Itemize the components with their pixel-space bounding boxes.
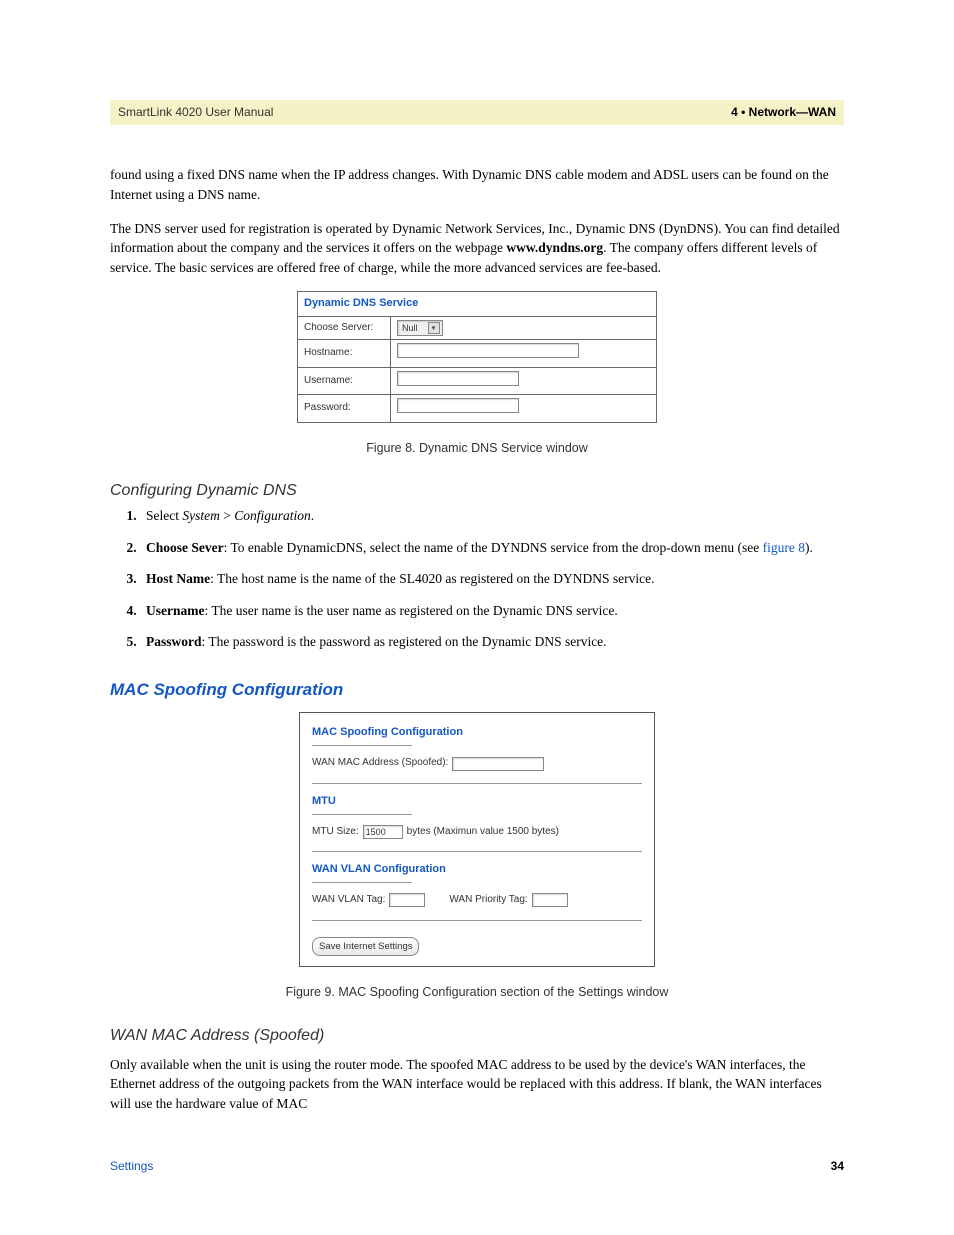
label-mtu-size: MTU Size: bbox=[312, 825, 359, 840]
step-3: Host Name: The host name is the name of … bbox=[140, 569, 844, 589]
step-label: Choose Sever bbox=[146, 540, 224, 555]
divider bbox=[312, 851, 642, 852]
label-hostname: Hostname: bbox=[298, 340, 391, 368]
hostname-input[interactable] bbox=[397, 343, 579, 358]
row-wan-vlan: WAN VLAN Tag: WAN Priority Tag: bbox=[312, 893, 642, 908]
figure-9-caption: Figure 9. MAC Spoofing Configuration sec… bbox=[110, 983, 844, 1001]
password-input[interactable] bbox=[397, 398, 519, 413]
page-container: SmartLink 4020 User Manual 4 • Network—W… bbox=[0, 0, 954, 1235]
figure-8-link[interactable]: figure 8 bbox=[763, 540, 805, 555]
heading-wan-mac-spoofed: WAN MAC Address (Spoofed) bbox=[110, 1024, 844, 1047]
step-label: Username bbox=[146, 603, 204, 618]
row-mtu: MTU Size: 1500 bytes (Maximun value 1500… bbox=[312, 825, 642, 840]
save-internet-settings-button[interactable]: Save Internet Settings bbox=[312, 937, 419, 957]
dynamic-dns-title: Dynamic DNS Service bbox=[298, 292, 657, 317]
step-1: Select System > Configuration. bbox=[140, 506, 844, 526]
dynamic-dns-table: Dynamic DNS Service Choose Server: Null … bbox=[297, 291, 657, 422]
heading-config-dyn-dns: Configuring Dynamic DNS bbox=[110, 479, 844, 502]
paragraph-dns-server: The DNS server used for registration is … bbox=[110, 219, 844, 278]
label-password: Password: bbox=[298, 395, 391, 423]
text: : The host name is the name of the SL402… bbox=[210, 571, 654, 586]
label-choose-server: Choose Server: bbox=[298, 317, 391, 340]
text: > bbox=[220, 508, 234, 523]
step-5: Password: The password is the password a… bbox=[140, 632, 844, 652]
figure-9-wrap: MAC Spoofing Configuration WAN MAC Addre… bbox=[110, 712, 844, 967]
text: ). bbox=[805, 540, 813, 555]
label-username: Username: bbox=[298, 367, 391, 395]
text: : To enable DynamicDNS, select the name … bbox=[224, 540, 763, 555]
paragraph-intro-cont: found using a fixed DNS name when the IP… bbox=[110, 165, 844, 204]
url-text: www.dyndns.org bbox=[506, 240, 603, 255]
panel-title-mac-spoof: MAC Spoofing Configuration bbox=[312, 725, 642, 741]
divider bbox=[312, 920, 642, 921]
page-banner: SmartLink 4020 User Manual 4 • Network—W… bbox=[110, 100, 844, 125]
banner-left: SmartLink 4020 User Manual bbox=[118, 104, 273, 121]
page-footer: Settings 34 bbox=[110, 1158, 844, 1175]
cell-hostname bbox=[391, 340, 657, 368]
wan-mac-input[interactable] bbox=[452, 757, 544, 771]
choose-server-select[interactable]: Null ▾ bbox=[397, 320, 443, 336]
panel-title-wan-vlan: WAN VLAN Configuration bbox=[312, 862, 642, 878]
divider bbox=[312, 882, 412, 883]
mac-spoofing-panel: MAC Spoofing Configuration WAN MAC Addre… bbox=[299, 712, 655, 967]
step-label: Host Name bbox=[146, 571, 210, 586]
text: : The user name is the user name as regi… bbox=[204, 603, 617, 618]
step-2: Choose Sever: To enable DynamicDNS, sele… bbox=[140, 538, 844, 558]
divider bbox=[312, 783, 642, 784]
text: : The password is the password as regist… bbox=[202, 634, 607, 649]
label-wan-priority-tag: WAN Priority Tag: bbox=[449, 893, 527, 908]
row-wan-mac: WAN MAC Address (Spoofed): bbox=[312, 756, 642, 771]
banner-right: 4 • Network—WAN bbox=[731, 104, 836, 121]
footer-page-number: 34 bbox=[831, 1158, 844, 1175]
figure-8-wrap: Dynamic DNS Service Choose Server: Null … bbox=[110, 291, 844, 422]
cell-choose-server: Null ▾ bbox=[391, 317, 657, 340]
step-4: Username: The user name is the user name… bbox=[140, 601, 844, 621]
panel-title-mtu: MTU bbox=[312, 794, 642, 810]
wan-vlan-tag-input[interactable] bbox=[389, 893, 425, 907]
mtu-size-input[interactable]: 1500 bbox=[363, 825, 403, 839]
cell-username bbox=[391, 367, 657, 395]
text: . bbox=[311, 508, 314, 523]
label-wan-vlan-tag: WAN VLAN Tag: bbox=[312, 893, 385, 908]
wan-priority-tag-input[interactable] bbox=[532, 893, 568, 907]
heading-mac-spoofing: MAC Spoofing Configuration bbox=[110, 678, 844, 703]
paragraph-wan-mac: Only available when the unit is using th… bbox=[110, 1055, 844, 1114]
chevron-down-icon: ▾ bbox=[428, 322, 440, 334]
divider bbox=[312, 814, 412, 815]
divider bbox=[312, 745, 412, 746]
cell-password bbox=[391, 395, 657, 423]
menu-path: System bbox=[182, 508, 220, 523]
step-label: Password bbox=[146, 634, 202, 649]
steps-list: Select System > Configuration. Choose Se… bbox=[140, 506, 844, 652]
label-wan-mac: WAN MAC Address (Spoofed): bbox=[312, 756, 448, 771]
select-value: Null bbox=[402, 322, 418, 335]
menu-path: Configuration bbox=[234, 508, 311, 523]
username-input[interactable] bbox=[397, 371, 519, 386]
text: Select bbox=[146, 508, 182, 523]
footer-section: Settings bbox=[110, 1158, 153, 1175]
label-mtu-hint: bytes (Maximun value 1500 bytes) bbox=[407, 825, 559, 840]
figure-8-caption: Figure 8. Dynamic DNS Service window bbox=[110, 439, 844, 457]
